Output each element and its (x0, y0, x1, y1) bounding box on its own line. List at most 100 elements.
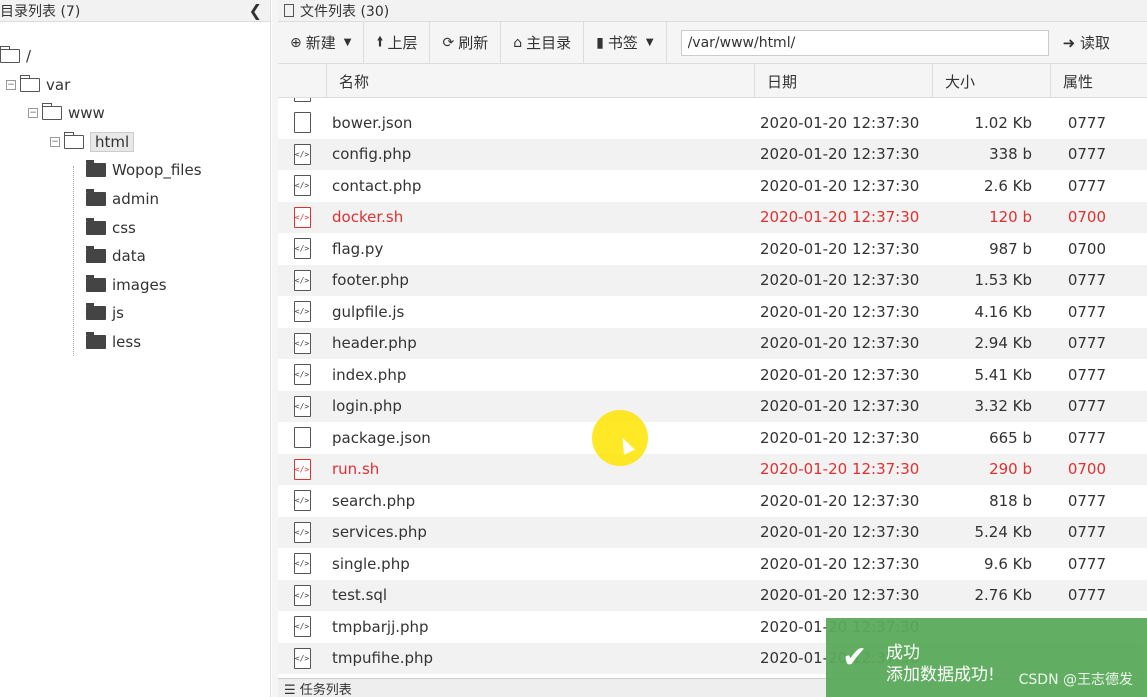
table-row-partial (278, 98, 1147, 107)
file-perm: 0700 (1067, 208, 1106, 226)
folder-icon (42, 103, 62, 121)
file-perm: 0700 (1067, 239, 1106, 258)
tree-node-var[interactable]: − var (6, 73, 70, 97)
table-row[interactable]: bower.json 2020-01-20 12:37:30 1.02 Kb 0777 (278, 107, 1147, 138)
arrow-right-icon: ➜ (1062, 34, 1076, 52)
column-perm-label: 属性 (1063, 72, 1094, 91)
code-file-icon: </> (293, 616, 311, 637)
read-button[interactable]: ➜ 读取 (1063, 32, 1110, 53)
file-date: 2020-01-20 12:37:30 (760, 460, 920, 478)
new-button-label: 新建 (305, 34, 336, 52)
file-cell-icon: </> (278, 269, 326, 291)
table-row[interactable]: </> footer.php 2020-01-20 12:37:30 1.53 Kb 0… (278, 264, 1147, 296)
file-panel: 文件列表 (30) ⊕ 新建 ▼ 🠙 上层 ⟳ 刷新 ⌂ 主目录 ▮ 书签 ▼ … (278, 0, 1147, 697)
column-name-header[interactable]: 名称 (326, 64, 754, 98)
file-cell-icon: </> (278, 143, 326, 165)
up-button[interactable]: 🠙 上层 (364, 21, 431, 64)
table-row[interactable]: </> run.sh 2020-01-20 12:37:30 290 b 0700 (278, 453, 1147, 485)
code-file-icon: </> (293, 269, 311, 291)
file-size: 4.16 Kb (974, 302, 1032, 321)
file-cell-icon: </> (278, 490, 326, 511)
file-perm: 0777 (1067, 302, 1106, 321)
table-row[interactable]: </> login.php 2020-01-20 12:37:30 3.32 Kb 07… (278, 390, 1147, 422)
table-row[interactable]: </> search.php 2020-01-20 12:37:30 818 b 077… (278, 485, 1147, 516)
file-name: login.php (332, 397, 402, 415)
path-input[interactable] (680, 29, 1049, 56)
collapse-chevron-icon[interactable]: ❮ (249, 1, 262, 20)
tree-node-Wopopfiles[interactable]: Wopop_files (86, 158, 202, 182)
table-row[interactable]: </> flag.py 2020-01-20 12:37:30 987 b 0700 (278, 233, 1147, 264)
tree-node-www[interactable]: − www (28, 101, 105, 125)
tree-node-admin[interactable]: admin (86, 187, 159, 211)
code-file-icon: </> (293, 364, 311, 385)
tree-node-[interactable]: / (0, 44, 31, 68)
toast-message: 添加数据成功! (886, 665, 995, 685)
tree-node-label: data (112, 247, 146, 266)
file-date: 2020-01-20 12:37:30 (760, 586, 920, 604)
file-perm: 0777 (1067, 271, 1106, 289)
file-date: 2020-01-20 12:37:30 (760, 113, 920, 132)
file-date: 2020-01-20 12:37:30 (760, 428, 920, 447)
file-date: 2020-01-20 12:37:30 (760, 554, 920, 573)
folder-icon (86, 160, 106, 178)
column-perm-header[interactable]: 属性 (1050, 64, 1147, 98)
file-name: tmpufihe.php (332, 649, 434, 667)
table-row[interactable]: package.json 2020-01-20 12:37:30 665 b 0777 (278, 422, 1147, 453)
new-button[interactable]: ⊕ 新建 ▼ (278, 21, 365, 64)
file-size: 338 b (989, 145, 1032, 163)
code-file-icon: </> (293, 395, 311, 417)
tree-node-less[interactable]: less (86, 330, 141, 354)
tree-guide-line (73, 166, 74, 356)
file-name: header.php (332, 334, 417, 352)
table-row[interactable]: </> docker.sh 2020-01-20 12:37:30 120 b 0700 (278, 201, 1147, 233)
file-name: test.sql (332, 586, 388, 604)
table-row[interactable]: </> single.php 2020-01-20 12:37:30 9.6 Kb 07… (278, 548, 1147, 579)
file-name: services.php (332, 523, 427, 541)
tree-node-label: css (112, 218, 136, 237)
tree-node-label: var (46, 75, 71, 94)
table-row[interactable]: </> contact.php 2020-01-20 12:37:30 2.6 Kb 0… (278, 170, 1147, 201)
file-size: 3.32 Kb (974, 397, 1032, 415)
watermark: CSDN @王志德发 (1018, 672, 1133, 688)
tree-toggle-icon[interactable]: − (28, 108, 38, 119)
file-date: 2020-01-20 12:37:30 (760, 397, 920, 415)
column-size-header[interactable]: 大小 (932, 64, 1050, 98)
file-perm: 0777 (1067, 428, 1106, 447)
tree-node-js[interactable]: js (86, 301, 124, 325)
code-file-icon: </> (293, 175, 311, 196)
column-date-header[interactable]: 日期 (754, 64, 932, 98)
list-icon: ☰ (284, 683, 296, 697)
file-size: 290 b (989, 460, 1032, 478)
tree-node-css[interactable]: css (86, 216, 136, 240)
file-date: 2020-01-20 12:37:30 (760, 365, 920, 384)
home-icon: ⌂ (513, 34, 523, 51)
plus-circle-icon: ⊕ (290, 34, 302, 51)
tree-toggle-icon[interactable]: − (6, 79, 16, 90)
file-cell-icon: </> (278, 584, 326, 606)
tree-node-label: / (26, 47, 32, 65)
file-perm: 0777 (1067, 586, 1106, 604)
file-date: 2020-01-20 12:37:30 (760, 302, 920, 321)
refresh-button[interactable]: ⟳ 刷新 (430, 21, 502, 64)
tree-toggle-icon[interactable]: − (50, 136, 60, 147)
tree-node-data[interactable]: data (86, 244, 146, 268)
file-date: 2020-01-20 12:37:30 (760, 491, 920, 510)
toolbar: ⊕ 新建 ▼ 🠙 上层 ⟳ 刷新 ⌂ 主目录 ▮ 书签 ▼ ➜ 读取 (278, 21, 1147, 64)
tree-node-html[interactable]: − html (50, 130, 135, 154)
file-grid-header: 名称 日期 大小 属性 (278, 64, 1147, 98)
table-row[interactable]: </> gulpfile.js 2020-01-20 12:37:30 4.16 Kb… (278, 296, 1147, 327)
file-perm: 0777 (1067, 334, 1106, 352)
table-row[interactable]: </> header.php 2020-01-20 12:37:30 2.94 Kb 0… (278, 327, 1147, 359)
file-cell-icon: </> (278, 238, 326, 259)
table-row[interactable]: </> index.php 2020-01-20 12:37:30 5.41 Kb 07… (278, 359, 1147, 390)
table-row[interactable]: </> config.php 2020-01-20 12:37:30 338 b 077… (278, 138, 1147, 170)
table-row[interactable]: </> test.sql 2020-01-20 12:37:30 2.76 Kb 077… (278, 579, 1147, 611)
file-name: search.php (332, 491, 416, 510)
tree-node-images[interactable]: images (86, 273, 167, 297)
bookmark-button[interactable]: ▮ 书签 ▼ (584, 21, 667, 64)
file-perm: 0777 (1067, 397, 1106, 415)
file-size: 9.6 Kb (984, 554, 1032, 573)
table-row[interactable]: </> services.php 2020-01-20 12:37:30 5.24 K… (278, 516, 1147, 548)
home-button[interactable]: ⌂ 主目录 (501, 21, 585, 64)
file-name: gulpfile.js (332, 302, 405, 321)
